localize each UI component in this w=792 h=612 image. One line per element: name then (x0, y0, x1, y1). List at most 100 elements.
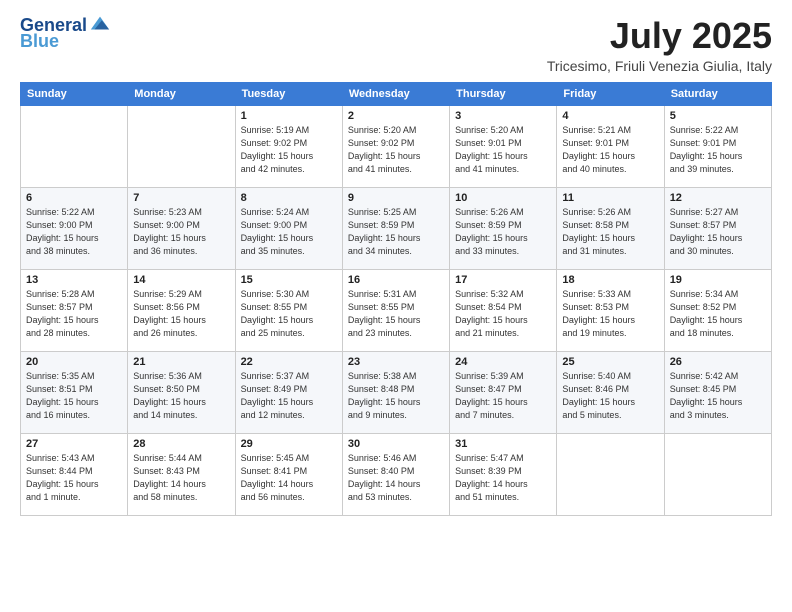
table-row: 22Sunrise: 5:37 AMSunset: 8:49 PMDayligh… (235, 351, 342, 433)
day-number: 9 (348, 192, 444, 204)
day-info: Sunrise: 5:30 AMSunset: 8:55 PMDaylight:… (241, 288, 337, 340)
day-info: Sunrise: 5:35 AMSunset: 8:51 PMDaylight:… (26, 370, 122, 422)
table-row: 16 Sunrise: 5:31 AMSunset: 8:55 PMDayligh… (342, 269, 449, 351)
day-number: 6 (26, 192, 122, 204)
calendar-week-1: 1 Sunrise: 5:19 AMSunset: 9:02 PMDaylight… (21, 105, 772, 187)
day-info: Sunrise: 5:34 AMSunset: 8:52 PMDaylight:… (670, 288, 766, 340)
table-row: 31Sunrise: 5:47 AMSunset: 8:39 PMDayligh… (450, 433, 557, 515)
day-info: Sunrise: 5:22 AMSunset: 9:01 PMDaylight:… (670, 124, 766, 176)
day-info: Sunrise: 5:21 AMSunset: 9:01 PMDaylight:… (562, 124, 658, 176)
day-number: 2 (348, 110, 444, 122)
day-number: 20 (26, 356, 122, 368)
table-row: 30Sunrise: 5:46 AMSunset: 8:40 PMDayligh… (342, 433, 449, 515)
table-row: 1 Sunrise: 5:19 AMSunset: 9:02 PMDaylight… (235, 105, 342, 187)
day-number: 23 (348, 356, 444, 368)
day-info: Sunrise: 5:45 AMSunset: 8:41 PMDaylight:… (241, 452, 337, 504)
table-row (21, 105, 128, 187)
table-row: 27 Sunrise: 5:43 AMSunset: 8:44 PMDayligh… (21, 433, 128, 515)
day-info: Sunrise: 5:37 AMSunset: 8:49 PMDaylight:… (241, 370, 337, 422)
day-number: 21 (133, 356, 229, 368)
day-number: 13 (26, 274, 122, 286)
table-row (128, 105, 235, 187)
table-row: 6 Sunrise: 5:22 AMSunset: 9:00 PMDaylight… (21, 187, 128, 269)
table-row: 25 Sunrise: 5:40 AMSunset: 8:46 PMDayligh… (557, 351, 664, 433)
day-info: Sunrise: 5:46 AMSunset: 8:40 PMDaylight:… (348, 452, 444, 504)
calendar-header-row: Sunday Monday Tuesday Wednesday Thursday… (21, 82, 772, 105)
day-info: Sunrise: 5:33 AMSunset: 8:53 PMDaylight:… (562, 288, 658, 340)
day-number: 25 (562, 356, 658, 368)
table-row: 23Sunrise: 5:38 AMSunset: 8:48 PMDayligh… (342, 351, 449, 433)
day-info: Sunrise: 5:24 AMSunset: 9:00 PMDaylight:… (241, 206, 337, 258)
location-subtitle: Tricesimo, Friuli Venezia Giulia, Italy (547, 58, 772, 74)
table-row: 8 Sunrise: 5:24 AMSunset: 9:00 PMDaylight… (235, 187, 342, 269)
page: General Blue July 2025 Tricesimo, Friuli… (0, 0, 792, 612)
table-row: 11 Sunrise: 5:26 AMSunset: 8:58 PMDayligh… (557, 187, 664, 269)
table-row: 12 Sunrise: 5:27 AMSunset: 8:57 PMDayligh… (664, 187, 771, 269)
calendar-week-2: 6 Sunrise: 5:22 AMSunset: 9:00 PMDaylight… (21, 187, 772, 269)
col-tuesday: Tuesday (235, 82, 342, 105)
day-info: Sunrise: 5:43 AMSunset: 8:44 PMDaylight:… (26, 452, 122, 504)
day-number: 16 (348, 274, 444, 286)
table-row: 19 Sunrise: 5:34 AMSunset: 8:52 PMDayligh… (664, 269, 771, 351)
day-info: Sunrise: 5:31 AMSunset: 8:55 PMDaylight:… (348, 288, 444, 340)
day-number: 15 (241, 274, 337, 286)
table-row: 24 Sunrise: 5:39 AMSunset: 8:47 PMDayligh… (450, 351, 557, 433)
day-number: 14 (133, 274, 229, 286)
day-number: 28 (133, 438, 229, 450)
day-info: Sunrise: 5:32 AMSunset: 8:54 PMDaylight:… (455, 288, 551, 340)
table-row: 29 Sunrise: 5:45 AMSunset: 8:41 PMDayligh… (235, 433, 342, 515)
day-number: 24 (455, 356, 551, 368)
day-number: 8 (241, 192, 337, 204)
day-info: Sunrise: 5:40 AMSunset: 8:46 PMDaylight:… (562, 370, 658, 422)
calendar-week-4: 20 Sunrise: 5:35 AMSunset: 8:51 PMDayligh… (21, 351, 772, 433)
col-sunday: Sunday (21, 82, 128, 105)
day-info: Sunrise: 5:39 AMSunset: 8:47 PMDaylight:… (455, 370, 551, 422)
day-number: 5 (670, 110, 766, 122)
calendar-week-5: 27 Sunrise: 5:43 AMSunset: 8:44 PMDayligh… (21, 433, 772, 515)
day-number: 26 (670, 356, 766, 368)
day-info: Sunrise: 5:29 AMSunset: 8:56 PMDaylight:… (133, 288, 229, 340)
title-block: July 2025 Tricesimo, Friuli Venezia Giul… (547, 16, 772, 74)
table-row: 9Sunrise: 5:25 AMSunset: 8:59 PMDaylight… (342, 187, 449, 269)
day-info: Sunrise: 5:47 AMSunset: 8:39 PMDaylight:… (455, 452, 551, 504)
col-friday: Friday (557, 82, 664, 105)
col-saturday: Saturday (664, 82, 771, 105)
table-row: 15 Sunrise: 5:30 AMSunset: 8:55 PMDayligh… (235, 269, 342, 351)
header: General Blue July 2025 Tricesimo, Friuli… (20, 16, 772, 74)
day-info: Sunrise: 5:26 AMSunset: 8:59 PMDaylight:… (455, 206, 551, 258)
table-row: 21Sunrise: 5:36 AMSunset: 8:50 PMDayligh… (128, 351, 235, 433)
month-title: July 2025 (547, 16, 772, 56)
table-row: 18 Sunrise: 5:33 AMSunset: 8:53 PMDayligh… (557, 269, 664, 351)
table-row: 7 Sunrise: 5:23 AMSunset: 9:00 PMDaylight… (128, 187, 235, 269)
calendar-table: Sunday Monday Tuesday Wednesday Thursday… (20, 82, 772, 516)
day-number: 19 (670, 274, 766, 286)
day-info: Sunrise: 5:20 AMSunset: 9:01 PMDaylight:… (455, 124, 551, 176)
day-number: 17 (455, 274, 551, 286)
day-info: Sunrise: 5:23 AMSunset: 9:00 PMDaylight:… (133, 206, 229, 258)
table-row: 3 Sunrise: 5:20 AMSunset: 9:01 PMDaylight… (450, 105, 557, 187)
day-info: Sunrise: 5:44 AMSunset: 8:43 PMDaylight:… (133, 452, 229, 504)
table-row: 17 Sunrise: 5:32 AMSunset: 8:54 PMDayligh… (450, 269, 557, 351)
day-number: 12 (670, 192, 766, 204)
table-row: 20 Sunrise: 5:35 AMSunset: 8:51 PMDayligh… (21, 351, 128, 433)
day-number: 27 (26, 438, 122, 450)
day-number: 4 (562, 110, 658, 122)
day-number: 11 (562, 192, 658, 204)
day-info: Sunrise: 5:19 AMSunset: 9:02 PMDaylight:… (241, 124, 337, 176)
day-number: 18 (562, 274, 658, 286)
day-info: Sunrise: 5:27 AMSunset: 8:57 PMDaylight:… (670, 206, 766, 258)
table-row (664, 433, 771, 515)
table-row: 4 Sunrise: 5:21 AMSunset: 9:01 PMDaylight… (557, 105, 664, 187)
table-row: 28 Sunrise: 5:44 AMSunset: 8:43 PMDayligh… (128, 433, 235, 515)
table-row: 5 Sunrise: 5:22 AMSunset: 9:01 PMDaylight… (664, 105, 771, 187)
day-number: 3 (455, 110, 551, 122)
day-number: 29 (241, 438, 337, 450)
logo: General Blue (20, 16, 111, 52)
day-number: 1 (241, 110, 337, 122)
day-info: Sunrise: 5:22 AMSunset: 9:00 PMDaylight:… (26, 206, 122, 258)
day-number: 7 (133, 192, 229, 204)
day-info: Sunrise: 5:26 AMSunset: 8:58 PMDaylight:… (562, 206, 658, 258)
table-row: 14 Sunrise: 5:29 AMSunset: 8:56 PMDayligh… (128, 269, 235, 351)
day-info: Sunrise: 5:20 AMSunset: 9:02 PMDaylight:… (348, 124, 444, 176)
table-row: 13Sunrise: 5:28 AMSunset: 8:57 PMDayligh… (21, 269, 128, 351)
